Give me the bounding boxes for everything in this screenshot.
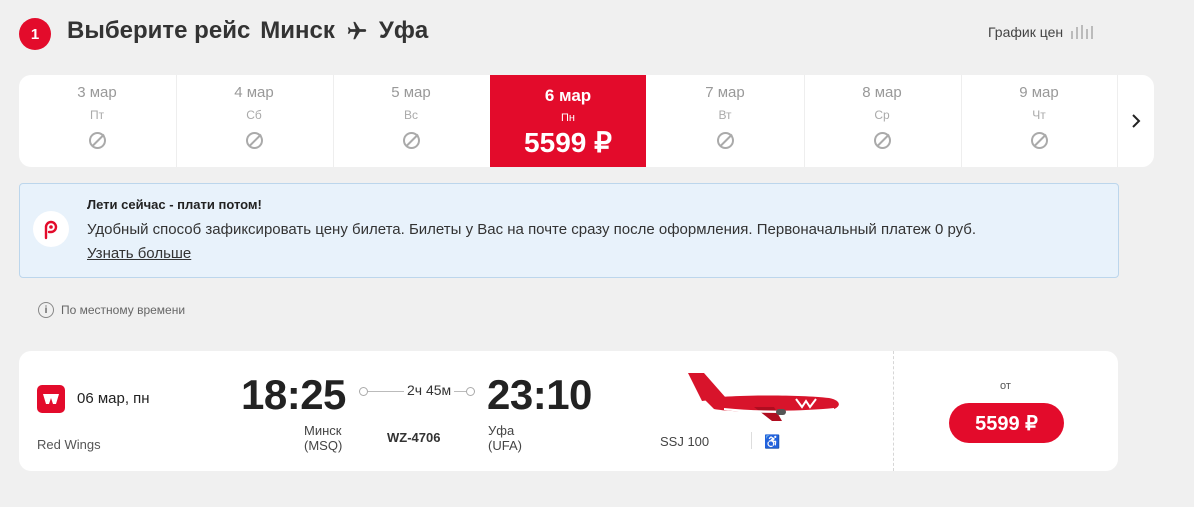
weekday-label: Чт xyxy=(1032,108,1046,122)
departure-time: 18:25 xyxy=(241,371,346,418)
date-label: 4 мар xyxy=(234,84,274,101)
brand-p-icon xyxy=(44,220,58,240)
weekday-label: Сб xyxy=(246,108,262,122)
chevron-right-icon xyxy=(1132,114,1141,128)
arrival-airport: Уфа (UFA) xyxy=(488,423,522,453)
departure-airport: Минск (MSQ) xyxy=(304,423,342,453)
flight-duration: 2ч 45м xyxy=(404,382,455,398)
info-icon: i xyxy=(38,302,54,318)
local-time-label: По местному времени xyxy=(61,303,186,317)
pay-later-logo xyxy=(33,211,69,247)
airline-name: Red Wings xyxy=(37,437,101,452)
select-price-button[interactable]: 5599 ₽ xyxy=(949,403,1064,443)
departure-city: Минск xyxy=(304,423,342,438)
no-flights-icon xyxy=(402,132,420,149)
weekday-label: Ср xyxy=(874,108,890,122)
no-flights-icon xyxy=(245,132,263,149)
date-option[interactable]: 7 мар Вт xyxy=(647,75,803,167)
date-label: 9 мар xyxy=(1019,84,1059,101)
airline-logo xyxy=(37,385,65,413)
date-price: 5599 ₽ xyxy=(524,127,612,158)
flight-date: 06 мар, пн xyxy=(77,390,150,407)
date-selector: 3 мар Пт 4 мар Сб 5 мар Вс 6 мар Пн 5599… xyxy=(19,75,1154,167)
date-label: 5 мар xyxy=(391,84,431,101)
date-option-selected[interactable]: 6 мар Пн 5599 ₽ xyxy=(490,75,646,167)
departure-code: (MSQ) xyxy=(304,438,343,453)
arrival-city: Уфа xyxy=(488,423,515,438)
destination-city: Уфа xyxy=(378,17,429,44)
next-dates-button[interactable] xyxy=(1118,75,1154,167)
page-title: Выберите рейс Минск Уфа xyxy=(67,17,428,45)
date-option[interactable]: 4 мар Сб xyxy=(176,75,332,167)
flight-card[interactable]: 06 мар, пн Red Wings 18:25 Минск (MSQ) 2… xyxy=(19,351,1118,471)
title-prefix: Выберите рейс xyxy=(67,17,251,44)
flight-number: WZ-4706 xyxy=(387,430,441,445)
date-option[interactable]: 8 мар Ср xyxy=(804,75,960,167)
date-label: 6 мар xyxy=(544,86,592,105)
date-label: 8 мар xyxy=(862,84,902,101)
aircraft-type: SSJ 100 xyxy=(660,434,710,449)
no-flights-icon xyxy=(716,132,734,149)
no-flights-icon xyxy=(873,132,891,149)
learn-more-link[interactable]: Узнать больше xyxy=(87,245,191,262)
weekday-label: Пт xyxy=(89,108,105,122)
banner-text: Удобный способ зафиксировать цену билета… xyxy=(87,221,977,238)
step-badge: 1 xyxy=(19,18,51,50)
arrival-time: 23:10 xyxy=(487,371,592,418)
weekday-label: Вт xyxy=(718,108,732,122)
aircraft-image xyxy=(688,373,839,421)
price-graph-label: График цен xyxy=(988,24,1064,40)
price-graph-link[interactable]: График цен xyxy=(988,24,1094,40)
date-label: 3 мар xyxy=(77,84,117,101)
arrival-code: (UFA) xyxy=(488,438,522,453)
pay-later-banner: Лети сейчас - плати потом! Удобный спосо… xyxy=(19,183,1119,278)
origin-city: Минск xyxy=(260,17,335,44)
no-flights-icon xyxy=(88,132,106,149)
price-from-label: от xyxy=(1000,380,1011,392)
weekday-label: Пн xyxy=(561,112,575,124)
banner-heading: Лети сейчас - плати потом! xyxy=(87,197,262,212)
airplane-icon xyxy=(347,21,367,40)
date-option[interactable]: 3 мар Пт xyxy=(19,75,175,167)
date-option[interactable]: 9 мар Чт xyxy=(961,75,1117,167)
date-label: 7 мар xyxy=(705,84,745,101)
wheelchair-icon: ♿ xyxy=(764,434,781,449)
bar-chart-icon xyxy=(1071,25,1094,39)
weekday-label: Вс xyxy=(403,108,418,122)
date-option[interactable]: 5 мар Вс xyxy=(333,75,489,167)
local-time-note: i По местному времени xyxy=(38,302,185,318)
no-flights-icon xyxy=(1030,132,1048,149)
